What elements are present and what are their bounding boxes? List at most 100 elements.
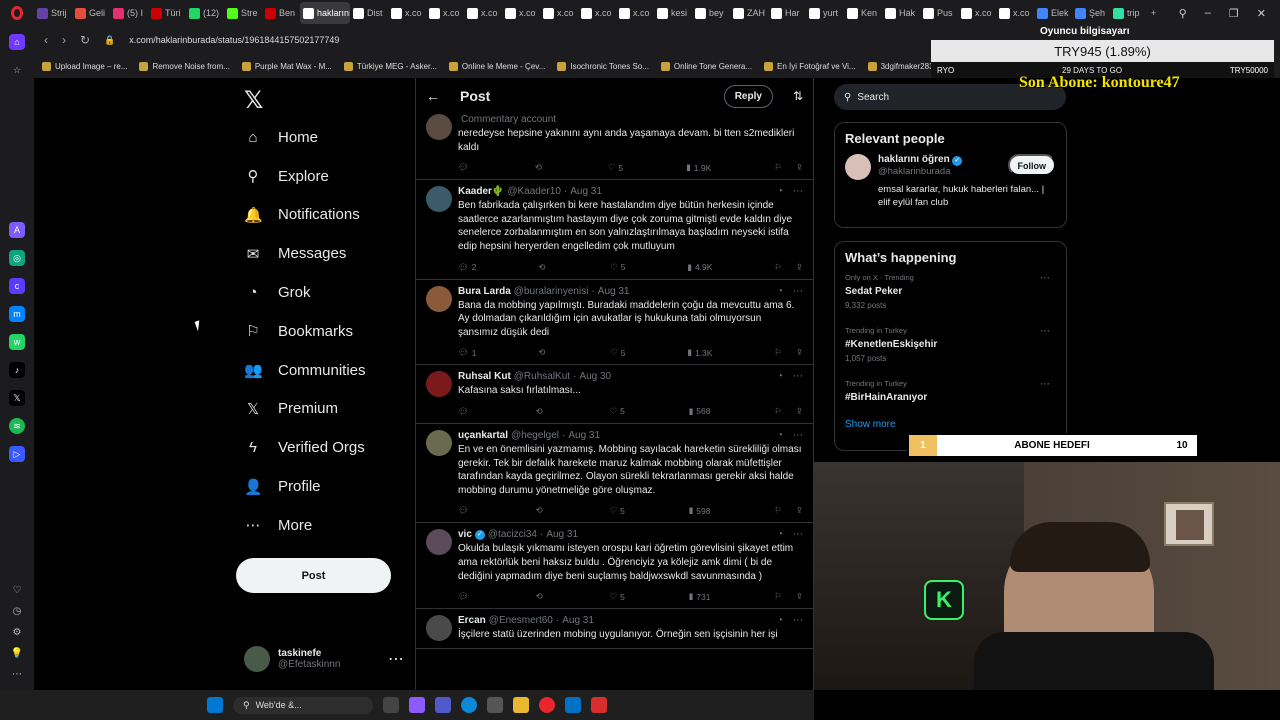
browser-tab[interactable]: Dist xyxy=(350,2,388,24)
more-icon[interactable]: ⋯ xyxy=(12,669,22,680)
grok-icon[interactable]: ◔ xyxy=(777,186,783,197)
browser-tab[interactable]: Şeh xyxy=(1072,2,1110,24)
follow-button[interactable]: Follow xyxy=(1007,154,1056,176)
explorer-icon[interactable] xyxy=(513,697,529,713)
filter-icon[interactable]: ⇅ xyxy=(793,89,803,103)
browser-tab[interactable]: Strij xyxy=(34,2,72,24)
tweet-time[interactable]: Aug 31 xyxy=(568,430,600,441)
browser-tab[interactable]: x.co xyxy=(426,2,464,24)
trend-item[interactable]: Only on X · Trending Sedat Peker 9,332 pos… xyxy=(845,273,1056,310)
chatgpt-icon[interactable]: ◎ xyxy=(9,250,25,266)
bookmark-item[interactable]: En İyi Fotoğraf ve Vi... xyxy=(764,61,856,71)
avatar[interactable] xyxy=(426,615,452,642)
url-field[interactable]: x.com/haklarinburada/status/196184415750… xyxy=(129,35,339,45)
browser-tab[interactable]: yurt xyxy=(806,2,844,24)
bookmark-item[interactable]: Türkiye MEG - Asker... xyxy=(343,61,437,71)
bookmark-item[interactable]: Online Tone Genera... xyxy=(660,61,752,71)
browser-tab[interactable]: bey xyxy=(692,2,730,24)
nav-item-bookmarks[interactable]: ⚐ Bookmarks xyxy=(244,312,414,351)
spotify-icon[interactable]: ≋ xyxy=(9,418,25,434)
like-action[interactable]: ♡ 5 xyxy=(610,347,625,358)
x-icon[interactable]: 𝕏 xyxy=(9,390,25,406)
browser-tab[interactable]: Elek xyxy=(1034,2,1072,24)
browser-tab[interactable]: x.co xyxy=(996,2,1034,24)
tweet-time[interactable]: Aug 31 xyxy=(570,186,602,197)
views-action[interactable]: ▮ 598 xyxy=(689,505,711,516)
bookmark-icon[interactable]: ⚐ xyxy=(774,406,782,417)
avatar[interactable] xyxy=(426,429,452,456)
back-icon[interactable]: ‹ xyxy=(44,33,48,47)
browser-tab[interactable]: x.co xyxy=(958,2,996,24)
nav-item-grok[interactable]: ◔ Grok xyxy=(244,273,414,312)
browser-tab[interactable]: Türi xyxy=(148,2,186,24)
opera-icon[interactable] xyxy=(539,697,555,713)
author-name[interactable]: Ercan xyxy=(458,615,486,626)
copilot-icon[interactable] xyxy=(409,697,425,713)
bookmark-icon[interactable]: ⚐ xyxy=(774,262,782,273)
reply-action[interactable]: 💬︎ xyxy=(458,162,472,173)
author-name[interactable]: Bura Larda xyxy=(458,286,511,297)
forward-icon[interactable]: › xyxy=(62,33,66,47)
browser-tab[interactable]: x.co xyxy=(502,2,540,24)
browser-tab[interactable]: kesi xyxy=(654,2,692,24)
share-icon[interactable]: ⇪ xyxy=(796,406,803,417)
account-switcher[interactable]: taskinefe @Efetaskinnn ⋯ xyxy=(244,644,404,674)
views-action[interactable]: ▮ 4.9K xyxy=(687,262,712,273)
reply-tweet[interactable]: Ercan @Enesmert60 · Aug 31 ◔ ⋯ İşçilere statü … xyxy=(416,609,813,649)
more-icon[interactable]: ⋯ xyxy=(793,371,803,382)
retweet-action[interactable]: ⟲ xyxy=(536,406,546,417)
reply-tweet[interactable]: uçankartal @hegelgel · Aug 31 ◔ ⋯ En ve en öne… xyxy=(416,424,813,524)
more-icon[interactable]: ⋯ xyxy=(388,649,404,669)
nav-item-verified-orgs[interactable]: ϟ Verified Orgs xyxy=(244,428,414,467)
more-icon[interactable]: ⋯ xyxy=(793,529,803,540)
outlook-icon[interactable] xyxy=(565,697,581,713)
bookmark-icon[interactable]: ⚐ xyxy=(774,162,782,173)
more-icon[interactable]: ⋯ xyxy=(1040,326,1050,337)
nav-item-messages[interactable]: ✉ Messages xyxy=(244,234,414,273)
search-tabs-icon[interactable]: ⚲ xyxy=(1179,7,1187,20)
grok-icon[interactable]: ◔ xyxy=(777,615,783,626)
more-icon[interactable]: ⋯ xyxy=(793,615,803,626)
reply-tweet[interactable]: Bura Larda @buralarinyenisi · Aug 31 ◔ ⋯ Bana … xyxy=(416,280,813,366)
browser-tab[interactable]: trip xyxy=(1110,2,1148,24)
home-icon[interactable]: ⌂ xyxy=(9,34,25,50)
back-arrow-icon[interactable]: ← xyxy=(426,88,440,104)
more-icon[interactable]: ⋯ xyxy=(793,430,803,441)
close-icon[interactable]: ✕ xyxy=(1257,7,1266,20)
reply-button[interactable]: Reply xyxy=(723,84,773,108)
author-name[interactable]: vic xyxy=(458,529,472,540)
reply-action[interactable]: 💬︎ xyxy=(458,406,472,417)
author-name[interactable]: Ruhsal Kut xyxy=(458,371,511,382)
browser-tab[interactable]: ZAH xyxy=(730,2,768,24)
browser-tab[interactable]: x.co xyxy=(578,2,616,24)
reply-action[interactable]: 💬︎ xyxy=(458,591,472,602)
author-handle[interactable]: @Kaader10 xyxy=(507,186,561,197)
bookmark-item[interactable]: Purple Mat Wax - M... xyxy=(241,61,332,71)
store-icon[interactable] xyxy=(487,697,503,713)
bookmark-item[interactable]: Remove Noise from... xyxy=(139,61,230,71)
reload-icon[interactable]: ↻ xyxy=(80,33,90,47)
share-icon[interactable]: ⇪ xyxy=(796,505,803,516)
like-action[interactable]: ♡ 5 xyxy=(610,262,625,273)
history-icon[interactable]: ◷ xyxy=(13,606,22,617)
heart-icon[interactable]: ♡ xyxy=(13,585,22,596)
taskbar-search[interactable]: ⚲ Web'de &... xyxy=(233,696,373,714)
views-action[interactable]: ▮ 731 xyxy=(689,591,711,602)
reply-action[interactable]: 💬︎ 1 xyxy=(458,347,477,358)
tweet-time[interactable]: Aug 31 xyxy=(598,286,630,297)
bookmark-icon[interactable]: ⚐ xyxy=(774,347,782,358)
like-action[interactable]: ♡ 5 xyxy=(609,406,624,417)
retweet-action[interactable]: ⟲ xyxy=(536,505,546,516)
nav-item-premium[interactable]: 𝕏 Premium xyxy=(244,390,414,429)
bookmark-icon[interactable]: ⚐ xyxy=(774,591,782,602)
tweet-time[interactable]: Aug 31 xyxy=(562,615,594,626)
bulb-icon[interactable]: 💡 xyxy=(11,648,23,659)
minimize-icon[interactable]: – xyxy=(1205,7,1211,20)
author-handle[interactable]: @tacizci34 xyxy=(488,529,537,540)
share-icon[interactable]: ⇪ xyxy=(796,162,803,173)
more-icon[interactable]: ⋯ xyxy=(1040,273,1050,284)
author-handle[interactable]: @Enesmert60 xyxy=(489,615,553,626)
more-icon[interactable]: ⋯ xyxy=(1040,379,1050,390)
author-handle[interactable]: @hegelgel xyxy=(511,430,559,441)
browser-tab[interactable]: x.co xyxy=(616,2,654,24)
